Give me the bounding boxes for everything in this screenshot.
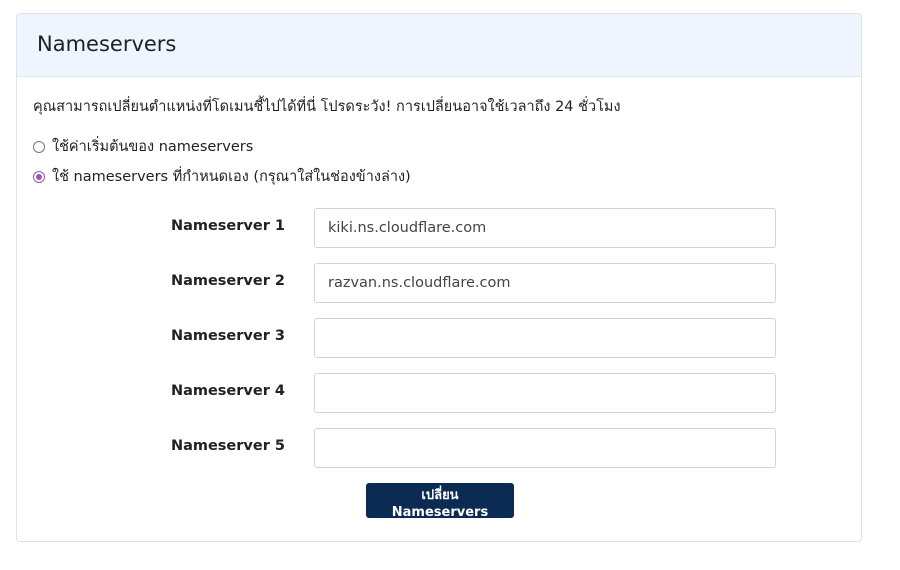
radio-default-label: ใช้ค่าเริ่มต้นของ nameservers bbox=[52, 139, 254, 155]
radio-default-nameservers[interactable]: ใช้ค่าเริ่มต้นของ nameservers bbox=[33, 135, 253, 158]
nameserver-description: คุณสามารถเปลี่ยนตำแหน่งที่โดเมนชี้ไปได้ท… bbox=[33, 99, 621, 115]
nameserver-2-label: Nameserver 2 bbox=[170, 273, 285, 289]
radio-custom-nameservers[interactable]: ใช้ nameservers ที่กำหนดเอง (กรุณาใส่ในช… bbox=[33, 165, 411, 188]
radio-custom-indicator[interactable] bbox=[33, 170, 45, 183]
nameserver-4-input[interactable] bbox=[314, 373, 776, 413]
nameserver-3-label: Nameserver 3 bbox=[170, 328, 285, 344]
card-header: Nameservers bbox=[17, 14, 861, 77]
nameserver-5-input[interactable] bbox=[314, 428, 776, 468]
card-title: Nameservers bbox=[37, 32, 177, 56]
change-nameservers-button[interactable]: เปลี่ยน Nameservers bbox=[366, 483, 514, 520]
nameservers-card: Nameservers คุณสามารถเปลี่ยนตำแหน่งที่โด… bbox=[16, 13, 862, 542]
radio-default-indicator[interactable] bbox=[33, 140, 45, 153]
nameserver-5-label: Nameserver 5 bbox=[170, 438, 285, 454]
radio-custom-label: ใช้ nameservers ที่กำหนดเอง (กรุณาใส่ในช… bbox=[52, 169, 411, 185]
nameserver-1-input[interactable] bbox=[314, 208, 776, 248]
nameserver-2-input[interactable] bbox=[314, 263, 776, 303]
nameserver-4-label: Nameserver 4 bbox=[170, 383, 285, 399]
nameserver-3-input[interactable] bbox=[314, 318, 776, 358]
nameserver-1-label: Nameserver 1 bbox=[170, 218, 285, 234]
